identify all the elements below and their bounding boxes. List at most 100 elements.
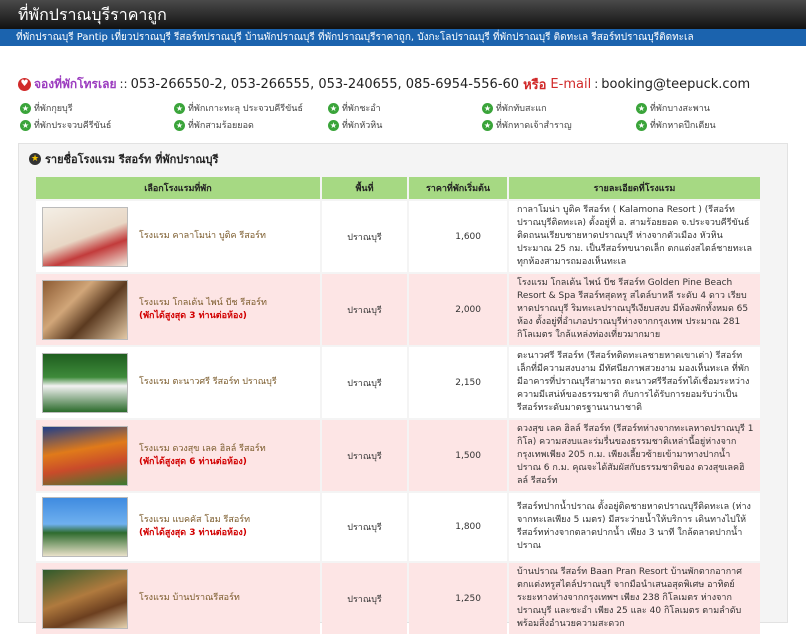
hotel-photo[interactable] <box>42 352 128 413</box>
hotel-promo: (พักได้สูงสุด 6 ท่านต่อห้อง) <box>139 456 247 467</box>
quick-link-label[interactable]: ที่พักบางสะพาน <box>650 101 710 115</box>
quick-link[interactable]: ★ ที่พักหาดปึกเตียน <box>636 118 790 132</box>
star-icon: ★ <box>20 102 31 114</box>
area-cell: ปราณบุรี <box>322 493 407 561</box>
phone-numbers: 053-266550-2, 053-266555, 053-240655, 08… <box>130 76 520 92</box>
quick-link-label[interactable]: ที่พักหาดเจ้าสำราญ <box>496 118 572 132</box>
panel-title-text: รายชื่อโรงแรม รีสอร์ท ที่พักปราณบุรี <box>45 153 219 166</box>
email-separator: : <box>594 77 599 91</box>
quick-link[interactable]: ★ ที่พักประจวบคีรีขันธ์ <box>20 118 174 132</box>
star-icon: ★ <box>174 102 185 114</box>
quick-link[interactable]: ★ ที่พักเกาะทะลุ ประจวบคีรีขันธ์ <box>174 101 328 115</box>
quick-link[interactable]: ★ ที่พักกุยบุรี <box>20 101 174 115</box>
area-cell: ปราณบุรี <box>322 420 407 491</box>
quick-link-label[interactable]: ที่พักทับสะแก <box>496 101 547 115</box>
booking-link[interactable]: จองที่พักโทรเลย <box>34 75 116 94</box>
hotel-cell: โรงแรม บ้านปราณรีสอร์ท <box>36 563 320 634</box>
hotel-name-link[interactable]: โรงแรม ตะนาวศรี รีสอร์ท ปราณบุรี <box>139 376 277 389</box>
hotel-name-link[interactable]: โรงแรม โกลเด้น ไพน์ บีช รีสอร์ท <box>139 297 267 310</box>
quick-link-label[interactable]: ที่พักชะอำ <box>342 101 381 115</box>
price-cell: 1,500 <box>409 420 507 491</box>
star-icon: ★ <box>482 102 493 114</box>
header-area: พื้นที่ <box>322 177 407 199</box>
quick-link[interactable]: ★ ที่พักหัวหิน <box>328 118 482 132</box>
table-row: โรงแรม โกลเด้น ไพน์ บีช รีสอร์ท (พักได้ส… <box>36 274 760 345</box>
keyword-text: ที่พักปราณบุรี Pantip เที่ยวปราณบุรี รีส… <box>16 32 694 43</box>
description-cell: บ้านปราณ รีสอร์ท Baan Pran Resort บ้านพั… <box>509 563 760 634</box>
hotel-name-link[interactable]: โรงแรม แบคคัส โฮม รีสอร์ท <box>139 514 250 527</box>
hotel-cell: โรงแรม แบคคัส โฮม รีสอร์ท (พักได้สูงสุด … <box>36 493 320 561</box>
description-cell: ตะนาวศรี รีสอร์ท (รีสอร์ทติดทะเลชายหาดเข… <box>509 347 760 418</box>
hotel-list-panel: ★ รายชื่อโรงแรม รีสอร์ท ที่พักปราณบุรี เ… <box>18 143 788 634</box>
price-cell: 1,250 <box>409 563 507 634</box>
quick-link[interactable]: ★ ที่พักทับสะแก <box>482 101 636 115</box>
star-icon: ★ <box>482 119 493 131</box>
header-detail: รายละเอียดที่โรงแรม <box>509 177 760 199</box>
header-price: ราคาที่พักเริ่มต้น <box>409 177 507 199</box>
price-cell: 2,000 <box>409 274 507 345</box>
hotel-name-link[interactable]: โรงแรม คาลาโมน่า บูติค รีสอร์ท <box>139 230 266 243</box>
quick-link-label[interactable]: ที่พักหัวหิน <box>342 118 382 132</box>
price-cell: 1,800 <box>409 493 507 561</box>
star-icon: ★ <box>636 102 647 114</box>
site-header: ที่พักปราณบุรีราคาถูก <box>0 0 806 29</box>
hotel-cell: โรงแรม ตะนาวศรี รีสอร์ท ปราณบุรี <box>36 347 320 418</box>
hotel-photo[interactable] <box>42 568 128 629</box>
quick-link[interactable]: ★ ที่พักบางสะพาน <box>636 101 790 115</box>
star-icon: ★ <box>174 119 185 131</box>
table-row: โรงแรม แบคคัส โฮม รีสอร์ท (พักได้สูงสุด … <box>36 493 760 561</box>
description-cell: ดวงสุข เลค ฮิลล์ รีสอร์ท (รีสอร์ทห่างจาก… <box>509 420 760 491</box>
hotel-table: เลือกโรงแรมที่พัก พื้นที่ ราคาที่พักเริ่… <box>34 175 762 636</box>
quick-link[interactable]: ★ ที่พักสามร้อยยอด <box>174 118 328 132</box>
area-cell: ปราณบุรี <box>322 201 407 272</box>
star-icon: ★ <box>29 153 41 165</box>
spacer <box>0 46 806 73</box>
quick-link[interactable]: ★ ที่พักชะอำ <box>328 101 482 115</box>
heart-icon: ♥ <box>18 77 31 91</box>
hotel-cell: โรงแรม โกลเด้น ไพน์ บีช รีสอร์ท (พักได้ส… <box>36 274 320 345</box>
quick-link-label[interactable]: ที่พักเกาะทะลุ ประจวบคีรีขันธ์ <box>188 101 303 115</box>
quick-link-label[interactable]: ที่พักกุยบุรี <box>34 101 73 115</box>
description-cell: โรงแรม โกลเด้น ไพน์ บีช รีสอร์ท Golden P… <box>509 274 760 345</box>
panel-title: ★ รายชื่อโรงแรม รีสอร์ท ที่พักปราณบุรี <box>19 144 787 174</box>
table-row: โรงแรม ตะนาวศรี รีสอร์ท ปราณบุรี ปราณบุร… <box>36 347 760 418</box>
email-address[interactable]: booking@teepuck.com <box>601 77 750 92</box>
hotel-photo[interactable] <box>42 206 128 267</box>
description-cell: รีสอร์ทปากน้ำปราณ ตั้งอยู่ติดชายหาดปราณบ… <box>509 493 760 561</box>
area-cell: ปราณบุรี <box>322 347 407 418</box>
contact-bar: ♥ จองที่พักโทรเลย :: 053-266550-2, 053-2… <box>0 73 806 95</box>
keyword-bar: ที่พักปราณบุรี Pantip เที่ยวปราณบุรี รีส… <box>0 29 806 46</box>
quick-link[interactable]: ★ ที่พักหาดเจ้าสำราญ <box>482 118 636 132</box>
hotel-photo[interactable] <box>42 425 128 486</box>
table-row: โรงแรม คาลาโมน่า บูติค รีสอร์ท ปราณบุรี … <box>36 201 760 272</box>
hotel-promo: (พักได้สูงสุด 3 ท่านต่อห้อง) <box>139 310 247 321</box>
area-cell: ปราณบุรี <box>322 563 407 634</box>
table-row: โรงแรม ดวงสุข เลค ฮิลล์ รีสอร์ท (พักได้ส… <box>36 420 760 491</box>
contact-separator: :: <box>119 77 128 91</box>
hotel-cell: โรงแรม ดวงสุข เลค ฮิลล์ รีสอร์ท (พักได้ส… <box>36 420 320 491</box>
hotel-name-link[interactable]: โรงแรม บ้านปราณรีสอร์ท <box>139 592 240 605</box>
header-hotel: เลือกโรงแรมที่พัก <box>36 177 320 199</box>
area-cell: ปราณบุรี <box>322 274 407 345</box>
hotel-photo[interactable] <box>42 497 128 557</box>
star-icon: ★ <box>328 119 339 131</box>
price-cell: 1,600 <box>409 201 507 272</box>
star-icon: ★ <box>328 102 339 114</box>
email-label: E-mail <box>550 76 592 92</box>
quick-link-label[interactable]: ที่พักประจวบคีรีขันธ์ <box>34 118 111 132</box>
hotel-photo[interactable] <box>42 279 128 340</box>
table-header-row: เลือกโรงแรมที่พัก พื้นที่ ราคาที่พักเริ่… <box>36 177 760 199</box>
hotel-cell: โรงแรม คาลาโมน่า บูติค รีสอร์ท <box>36 201 320 272</box>
star-icon: ★ <box>636 119 647 131</box>
quick-link-label[interactable]: ที่พักหาดปึกเตียน <box>650 118 716 132</box>
quick-link-label[interactable]: ที่พักสามร้อยยอด <box>188 118 254 132</box>
site-title: ที่พักปราณบุรีราคาถูก <box>18 5 167 24</box>
quick-links: ★ ที่พักกุยบุรี ★ ที่พักเกาะทะลุ ประจวบคีร… <box>0 95 806 132</box>
description-cell: กาลาโมน่า บูติค รีสอร์ท ( Kalamona Resor… <box>509 201 760 272</box>
table-row: โรงแรม บ้านปราณรีสอร์ท ปราณบุรี 1,250 บ้… <box>36 563 760 634</box>
star-icon: ★ <box>20 119 31 131</box>
hotel-promo: (พักได้สูงสุด 3 ท่านต่อห้อง) <box>139 528 247 538</box>
hotel-name-link[interactable]: โรงแรม ดวงสุข เลค ฮิลล์ รีสอร์ท <box>139 443 266 456</box>
or-label: หรือ <box>523 77 547 93</box>
price-cell: 2,150 <box>409 347 507 418</box>
